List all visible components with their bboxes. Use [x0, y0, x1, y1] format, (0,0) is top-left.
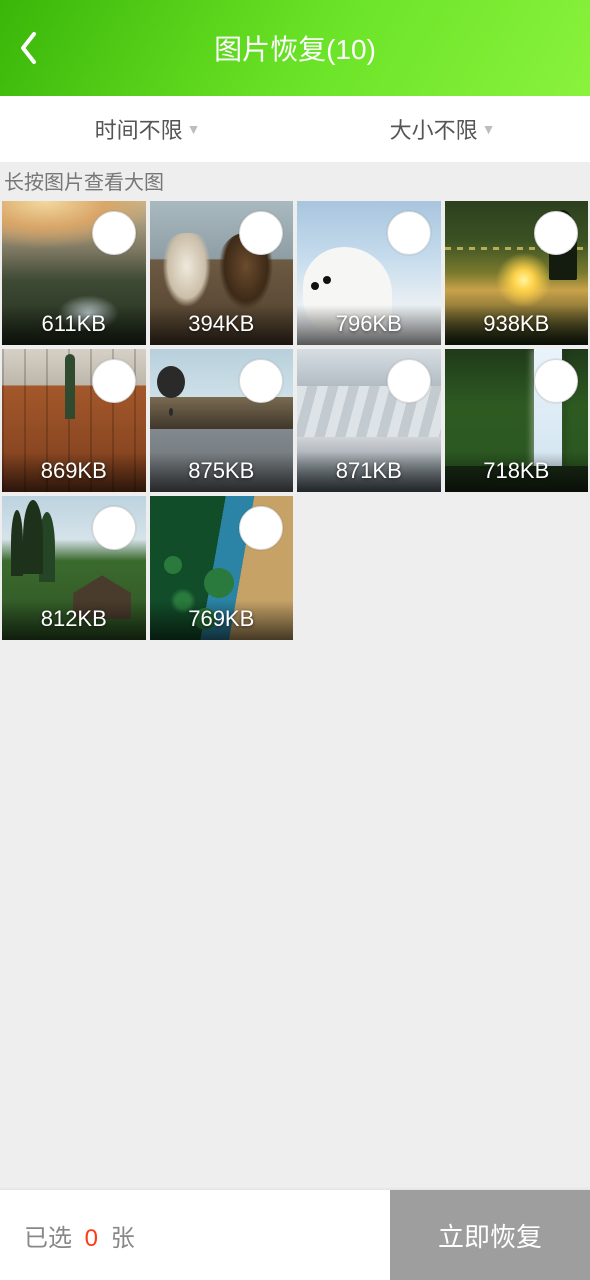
image-thumb-sunset-tree[interactable]: 938KB — [445, 201, 589, 345]
chevron-left-icon — [18, 31, 38, 65]
image-thumb-mountain-valley[interactable]: 611KB — [2, 201, 146, 345]
filter-time-label: 时间不限 — [95, 113, 183, 145]
recover-button[interactable]: 立即恢复 — [390, 1190, 590, 1280]
page-title: 图片恢复(10) — [0, 28, 590, 68]
image-size-label: 718KB — [445, 452, 589, 492]
image-size-label: 938KB — [445, 305, 589, 345]
selected-suffix: 张 — [111, 1225, 135, 1252]
select-toggle[interactable] — [239, 211, 283, 255]
image-thumb-waterfall[interactable]: 718KB — [445, 349, 589, 493]
dropdown-icon: ▼ — [482, 121, 496, 137]
header-bar: 图片恢复(10) — [0, 0, 590, 96]
select-toggle[interactable] — [534, 359, 578, 403]
select-toggle[interactable] — [239, 359, 283, 403]
back-button[interactable] — [18, 0, 38, 96]
image-grid: 611KB394KB796KB938KB 869KB875KB871KB718KB… — [0, 201, 590, 640]
image-thumb-arctic-fox[interactable]: 796KB — [297, 201, 441, 345]
filter-bar: 时间不限 ▼ 大小不限 ▼ — [0, 96, 590, 162]
select-toggle[interactable] — [92, 211, 136, 255]
filter-size-label: 大小不限 — [390, 113, 478, 145]
select-toggle[interactable] — [534, 211, 578, 255]
select-toggle[interactable] — [239, 506, 283, 550]
image-size-label: 796KB — [297, 305, 441, 345]
image-size-label: 812KB — [2, 600, 146, 640]
select-toggle[interactable] — [387, 359, 431, 403]
image-size-label: 611KB — [2, 305, 146, 345]
select-toggle[interactable] — [387, 211, 431, 255]
image-thumb-barn-field[interactable]: 812KB — [2, 496, 146, 640]
image-thumb-brick-city[interactable]: 869KB — [2, 349, 146, 493]
footer-bar: 已选 0 张 立即恢复 — [0, 1190, 590, 1280]
image-thumb-glacier[interactable]: 871KB — [297, 349, 441, 493]
image-thumb-aerial[interactable]: 769KB — [150, 496, 294, 640]
image-size-label: 769KB — [150, 600, 294, 640]
selected-prefix: 已选 — [24, 1225, 72, 1252]
image-thumb-horses[interactable]: 394KB — [150, 201, 294, 345]
app-root: 图片恢复(10) 时间不限 ▼ 大小不限 ▼ 长按图片查看大图 611KB394… — [0, 0, 590, 1280]
image-size-label: 875KB — [150, 452, 294, 492]
filter-size[interactable]: 大小不限 ▼ — [295, 113, 590, 145]
filter-time[interactable]: 时间不限 ▼ — [0, 113, 295, 145]
image-thumb-city-road[interactable]: 875KB — [150, 349, 294, 493]
image-size-label: 394KB — [150, 305, 294, 345]
selected-count: 0 — [85, 1225, 98, 1252]
image-size-label: 869KB — [2, 452, 146, 492]
dropdown-icon: ▼ — [187, 121, 201, 137]
longpress-hint: 长按图片查看大图 — [0, 162, 590, 201]
select-toggle[interactable] — [92, 359, 136, 403]
selected-summary: 已选 0 张 — [24, 1218, 135, 1253]
image-size-label: 871KB — [297, 452, 441, 492]
select-toggle[interactable] — [92, 506, 136, 550]
